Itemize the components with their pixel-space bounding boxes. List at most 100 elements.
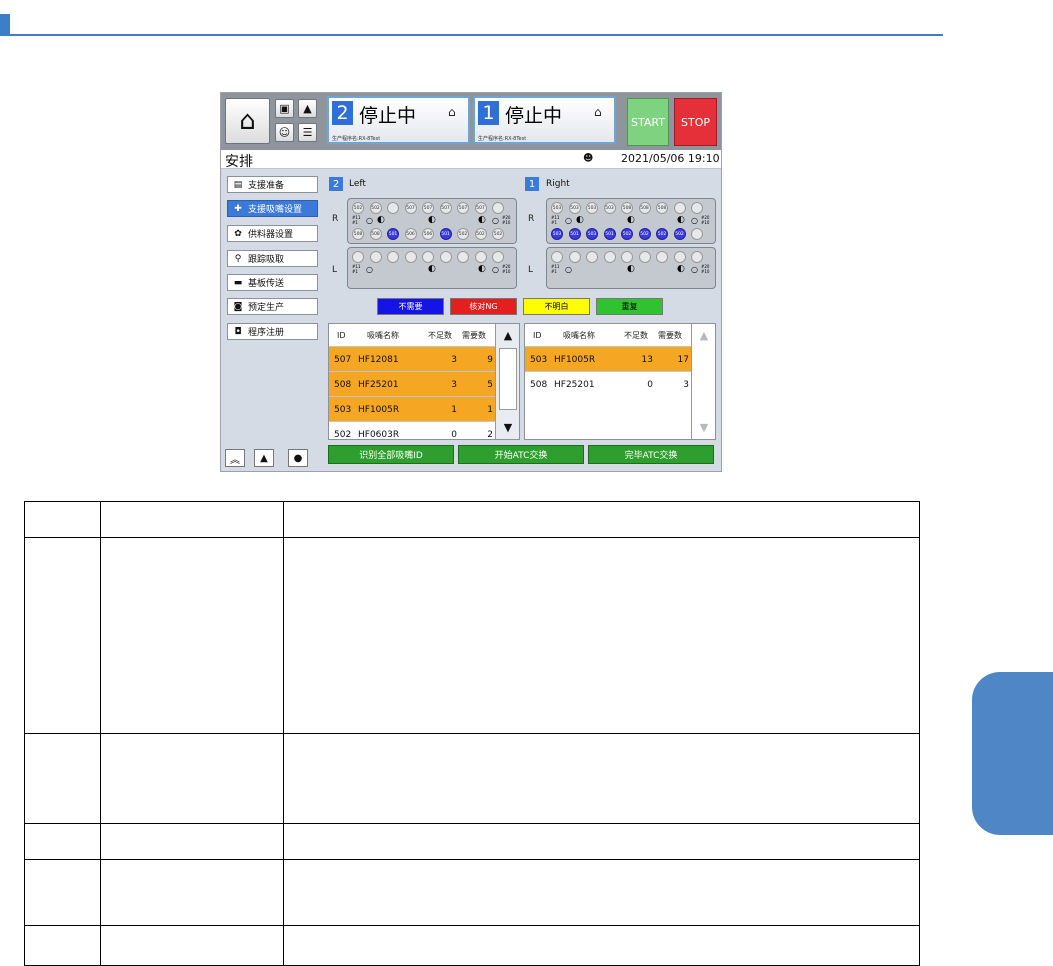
cell-name: HF1005R	[358, 404, 400, 415]
column-header-short: 不足数	[428, 330, 452, 340]
table-cell	[24, 859, 101, 926]
lane-panel-2[interactable]: 2 停止中 ⌂ 生产程序名:RX-8Test	[327, 96, 470, 144]
scroll-up-icon[interactable]: ▲	[496, 326, 520, 344]
info-button[interactable]: ●	[288, 449, 308, 467]
lane-panel-1[interactable]: 1 停止中 ⌂ 生产程序名:RX-8Test	[473, 96, 616, 144]
head-label: Right	[546, 179, 570, 189]
nozzle-slot	[492, 251, 504, 263]
sidebar-item-scheduled-production[interactable]: ◙ 预定生产	[227, 298, 318, 315]
table-row[interactable]: 508 HF25201 0 3	[525, 371, 691, 396]
language-icon: ▣	[279, 102, 290, 115]
nozzle-row-top	[551, 251, 711, 264]
nozzle-slot: 507	[404, 202, 417, 214]
program-icon: ◘	[234, 326, 242, 337]
cell-id: 503	[334, 404, 352, 415]
table-cell	[283, 733, 920, 824]
table-cell	[283, 925, 920, 966]
slot-mark-left: #11 #1	[551, 215, 560, 225]
nozzle-slot	[673, 251, 686, 263]
alarm-button[interactable]: ▲	[254, 449, 274, 467]
nozzle-slot	[457, 251, 469, 263]
expand-button[interactable]: ︽	[225, 449, 245, 467]
scroll-up-icon[interactable]: ▲	[692, 326, 716, 344]
cell-short: 0	[451, 429, 457, 440]
cell-short: 1	[451, 404, 457, 415]
sidebar-item-tracking[interactable]: ⚲ 跟踪吸取	[227, 250, 318, 267]
scroll-down-icon[interactable]: ▼	[692, 418, 716, 436]
table-cell	[24, 925, 101, 966]
nozzle-row-top	[352, 251, 512, 264]
sidebar-item-support-prep[interactable]: ▤ 支援准备	[227, 176, 318, 193]
users-button[interactable]: ☺	[275, 123, 294, 142]
sidebar-item-board-transfer[interactable]: ▬ 基板传送	[227, 274, 318, 291]
cell-id: 508	[530, 379, 548, 390]
cell-id: 507	[334, 354, 352, 365]
stop-button[interactable]: STOP	[674, 98, 717, 146]
legend-unneeded: 不需要	[377, 298, 444, 315]
nozzle-slot	[656, 251, 668, 263]
sidebar-item-feeder-setting[interactable]: ✿ 供料器设置	[227, 225, 318, 242]
nozzle-station-right-l: #11 #1 ○ ◐ ◐ ○ #20 #10	[546, 247, 716, 289]
list-settings-icon: ☰	[302, 126, 313, 139]
empty-slot-icon: ○	[492, 216, 499, 225]
cell-name: HF25201	[358, 379, 399, 390]
home-button[interactable]: ⌂	[225, 98, 270, 144]
cell-short: 3	[451, 379, 457, 390]
legend-check-ng: 核对NG	[450, 298, 517, 315]
table-cell	[100, 925, 284, 966]
nozzle-slot	[673, 202, 686, 214]
nozzle-slot	[568, 251, 581, 263]
table-row[interactable]: 503 HF1005R 13 17	[525, 346, 691, 371]
sidebar: ▤ 支援准备 ✚ 支援吸嘴设置 ✿ 供料器设置 ⚲ 跟踪吸取 ▬ 基板传送 ◙ 预定生产 ◘…	[221, 170, 324, 471]
empty-slot-icon: ○	[691, 265, 698, 274]
top-bar: ⌂ ▣ ▲ ☺ ☰ 2 停止中 ⌂ 生产程序名:RX-8Test 1 停止中 ⌂…	[221, 93, 721, 150]
empty-slot-icon: ○	[565, 265, 572, 274]
start-button[interactable]: START	[627, 98, 669, 146]
nozzle-slot: 502	[638, 228, 651, 240]
table-row[interactable]: 508 HF25201 3 5	[329, 371, 495, 396]
sidebar-item-nozzle-setting[interactable]: ✚ 支援吸嘴设置	[227, 200, 318, 217]
column-header-need: 需要数	[462, 330, 486, 340]
nozzle-slot	[492, 202, 504, 214]
language-button[interactable]: ▣	[275, 99, 294, 118]
table-row[interactable]: 503 HF1005R 1 1	[329, 396, 495, 421]
start-atc-exchange-button[interactable]: 开始ATC交换	[458, 445, 584, 464]
settings-button[interactable]: ☰	[298, 123, 317, 142]
table-row[interactable]: 507 HF12081 3 9	[329, 346, 495, 371]
lane-number: 2	[332, 101, 353, 125]
cell-id: 503	[530, 354, 548, 365]
table-row	[24, 859, 920, 926]
nozzle-slot: 503	[603, 202, 616, 214]
nozzle-slot: 507	[474, 202, 487, 214]
right-table-scrollbar[interactable]: ▲ ▼	[691, 324, 715, 439]
nozzle-middle-row: #11 #1 ○ ◐ ◐ ○ #20 #10	[551, 264, 713, 276]
clamp-icon: ◐	[478, 215, 486, 225]
cell-need: 9	[487, 354, 493, 365]
sidebar-item-program-register[interactable]: ◘ 程序注册	[227, 323, 318, 340]
head-number: 2	[329, 177, 343, 191]
cell-need: 3	[683, 379, 689, 390]
cell-name: HF25201	[554, 379, 595, 390]
clamp-icon: ◐	[677, 264, 685, 274]
nozzle-slot: 507	[422, 202, 434, 214]
clamp-icon: ◐	[478, 264, 486, 274]
identify-all-nozzles-button[interactable]: 识别全部吸嘴ID	[328, 445, 454, 464]
lock-button[interactable]: ▲	[298, 99, 317, 118]
slot-mark-right: #20 #10	[701, 215, 710, 225]
finish-atc-exchange-button[interactable]: 完毕ATC交换	[588, 445, 714, 464]
nozzle-slot: 502	[352, 202, 364, 214]
nozzle-slot	[603, 251, 616, 263]
table-cell	[283, 501, 920, 538]
lane-program: 生产程序名:RX-8Test	[332, 136, 381, 142]
scroll-down-icon[interactable]: ▼	[496, 418, 520, 436]
nozzle-middle-row: #11 #1 ○ ◐ ◐ ○ #20 #10	[352, 264, 514, 276]
scroll-thumb[interactable]	[499, 348, 517, 410]
sidebar-item-label: 跟踪吸取	[248, 255, 285, 265]
slot-mark-left: #11 #1	[551, 264, 560, 274]
nozzle-slot	[691, 202, 703, 214]
table-row[interactable]: 502 HF0603R 0 2	[329, 421, 495, 446]
row-label-l: L	[332, 265, 338, 275]
nozzle-slot	[691, 228, 703, 240]
nozzle-slot: 506	[422, 228, 434, 240]
left-table-scrollbar[interactable]: ▲ ▼	[495, 324, 519, 439]
